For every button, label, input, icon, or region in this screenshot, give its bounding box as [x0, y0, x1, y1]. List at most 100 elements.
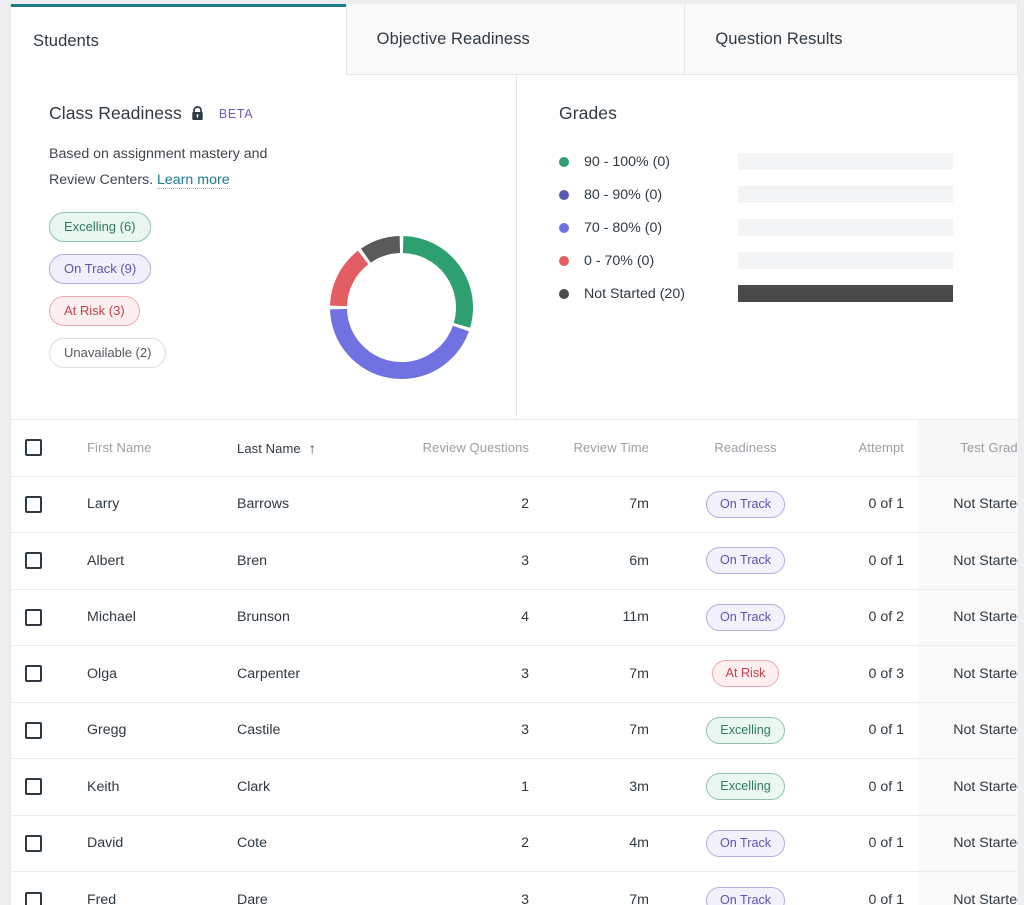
table-row[interactable]: GreggCastile37mExcelling0 of 1Not Starte… — [11, 702, 1018, 759]
row-checkbox[interactable] — [25, 722, 42, 739]
column-header-test-grade[interactable]: Test Grade — [918, 420, 1018, 476]
tab-question-results[interactable]: Question Results — [685, 4, 1018, 75]
students-card: Students Objective Readiness Question Re… — [10, 4, 1018, 905]
cell-review-questions: 1 — [383, 759, 543, 816]
readiness-badge[interactable]: On Track — [706, 491, 785, 518]
cell-test-grade: Not Started — [918, 759, 1018, 816]
cell-review-questions: 3 — [383, 872, 543, 905]
grade-row[interactable]: 90 - 100% (0) — [559, 145, 989, 178]
students-table: First Name Last Name↑ Review Questions R… — [11, 420, 1018, 905]
grade-label: 90 - 100% (0) — [584, 154, 734, 170]
grade-label: 70 - 80% (0) — [584, 220, 734, 236]
learn-more-link[interactable]: Learn more — [157, 172, 230, 189]
cell-review-time: 4m — [543, 815, 663, 872]
cell-last-name: Barrows — [223, 476, 383, 533]
column-header-last-name-label: Last Name — [237, 441, 301, 456]
row-checkbox[interactable] — [25, 609, 42, 626]
readiness-badge[interactable]: On Track — [706, 830, 785, 857]
cell-first-name: Fred — [73, 872, 223, 905]
pill-excelling[interactable]: Excelling (6) — [49, 212, 151, 242]
donut-segment-excelling[interactable] — [403, 245, 464, 326]
readiness-badge[interactable]: Excelling — [706, 773, 784, 800]
table-row[interactable]: AlbertBren36mOn Track0 of 1Not Started — [11, 533, 1018, 590]
grade-color-dot — [559, 190, 569, 200]
cell-last-name: Dare — [223, 872, 383, 905]
row-checkbox[interactable] — [25, 778, 42, 795]
grades-legend-list: 90 - 100% (0) 80 - 90% (0) 70 - 80% (0) 0 -… — [559, 145, 989, 310]
tab-objective-readiness[interactable]: Objective Readiness — [346, 4, 686, 75]
cell-test-grade: Not Started — [918, 476, 1018, 533]
readiness-badge[interactable]: On Track — [706, 604, 785, 631]
donut-segment-at-risk[interactable] — [339, 258, 364, 306]
grade-label: Not Started (20) — [584, 286, 734, 302]
table-row[interactable]: FredDare37mOn Track0 of 1Not Started — [11, 872, 1018, 905]
students-table-body: LarryBarrows27mOn Track0 of 1Not Started… — [11, 476, 1018, 905]
grade-row[interactable]: 70 - 80% (0) — [559, 211, 989, 244]
column-header-first-name-label: First Name — [87, 440, 152, 455]
cell-attempt: 0 of 1 — [828, 702, 918, 759]
donut-segment-unavailable[interactable] — [366, 245, 400, 256]
grade-row[interactable]: 80 - 90% (0) — [559, 178, 989, 211]
grades-title: Grades — [559, 103, 989, 124]
cell-first-name: Albert — [73, 533, 223, 590]
cell-last-name: Cote — [223, 815, 383, 872]
cell-readiness: Excelling — [663, 702, 828, 759]
cell-last-name: Clark — [223, 759, 383, 816]
row-checkbox[interactable] — [25, 665, 42, 682]
readiness-badge[interactable]: Excelling — [706, 717, 784, 744]
row-checkbox[interactable] — [25, 835, 42, 852]
column-header-review-questions[interactable]: Review Questions — [383, 420, 543, 476]
tab-bar: Students Objective Readiness Question Re… — [11, 4, 1018, 75]
grade-color-dot — [559, 256, 569, 266]
pill-on-track[interactable]: On Track (9) — [49, 254, 151, 284]
cell-first-name: Larry — [73, 476, 223, 533]
grade-label: 80 - 90% (0) — [584, 187, 734, 203]
cell-first-name: Keith — [73, 759, 223, 816]
tab-students[interactable]: Students — [11, 4, 346, 75]
cell-last-name: Bren — [223, 533, 383, 590]
cell-attempt: 0 of 1 — [828, 815, 918, 872]
row-select-cell — [11, 872, 73, 905]
table-row[interactable]: KeithClark13mExcelling0 of 1Not Started — [11, 759, 1018, 816]
readiness-badge[interactable]: On Track — [706, 887, 785, 905]
table-row[interactable]: LarryBarrows27mOn Track0 of 1Not Started — [11, 476, 1018, 533]
cell-readiness: On Track — [663, 533, 828, 590]
column-header-last-name[interactable]: Last Name↑ — [223, 420, 383, 476]
column-header-attempt[interactable]: Attempt — [828, 420, 918, 476]
grade-row[interactable]: 0 - 70% (0) — [559, 244, 989, 277]
row-checkbox[interactable] — [25, 892, 42, 905]
cell-review-time: 6m — [543, 533, 663, 590]
cell-last-name: Brunson — [223, 589, 383, 646]
table-row[interactable]: OlgaCarpenter37mAt Risk0 of 3Not Started — [11, 646, 1018, 703]
grade-color-dot — [559, 223, 569, 233]
grade-color-dot — [559, 289, 569, 299]
cell-attempt: 0 of 1 — [828, 759, 918, 816]
cell-readiness: At Risk — [663, 646, 828, 703]
cell-test-grade: Not Started — [918, 872, 1018, 905]
grade-bar-track — [738, 186, 953, 203]
cell-test-grade: Not Started — [918, 815, 1018, 872]
row-checkbox[interactable] — [25, 552, 42, 569]
beta-badge: BETA — [219, 107, 254, 121]
class-readiness-description: Based on assignment mastery and Review C… — [49, 141, 299, 193]
table-row[interactable]: MichaelBrunson411mOn Track0 of 2Not Star… — [11, 589, 1018, 646]
cell-review-questions: 2 — [383, 815, 543, 872]
select-all-checkbox[interactable] — [25, 439, 42, 456]
grade-row[interactable]: Not Started (20) — [559, 277, 989, 310]
cell-attempt: 0 of 1 — [828, 872, 918, 905]
donut-segment-on-track[interactable] — [339, 309, 461, 370]
readiness-badge[interactable]: At Risk — [712, 660, 780, 687]
table-row[interactable]: DavidCote24mOn Track0 of 1Not Started — [11, 815, 1018, 872]
column-header-review-time[interactable]: Review Time — [543, 420, 663, 476]
pill-unavailable[interactable]: Unavailable (2) — [49, 338, 166, 368]
readiness-badge[interactable]: On Track — [706, 547, 785, 574]
grade-bar-fill — [738, 285, 953, 302]
cell-review-questions: 4 — [383, 589, 543, 646]
cell-readiness: On Track — [663, 476, 828, 533]
column-header-first-name[interactable]: First Name — [73, 420, 223, 476]
column-header-readiness[interactable]: Readiness — [663, 420, 828, 476]
grade-bar-track — [738, 153, 953, 170]
pill-at-risk[interactable]: At Risk (3) — [49, 296, 140, 326]
row-checkbox[interactable] — [25, 496, 42, 513]
cell-review-time: 7m — [543, 702, 663, 759]
